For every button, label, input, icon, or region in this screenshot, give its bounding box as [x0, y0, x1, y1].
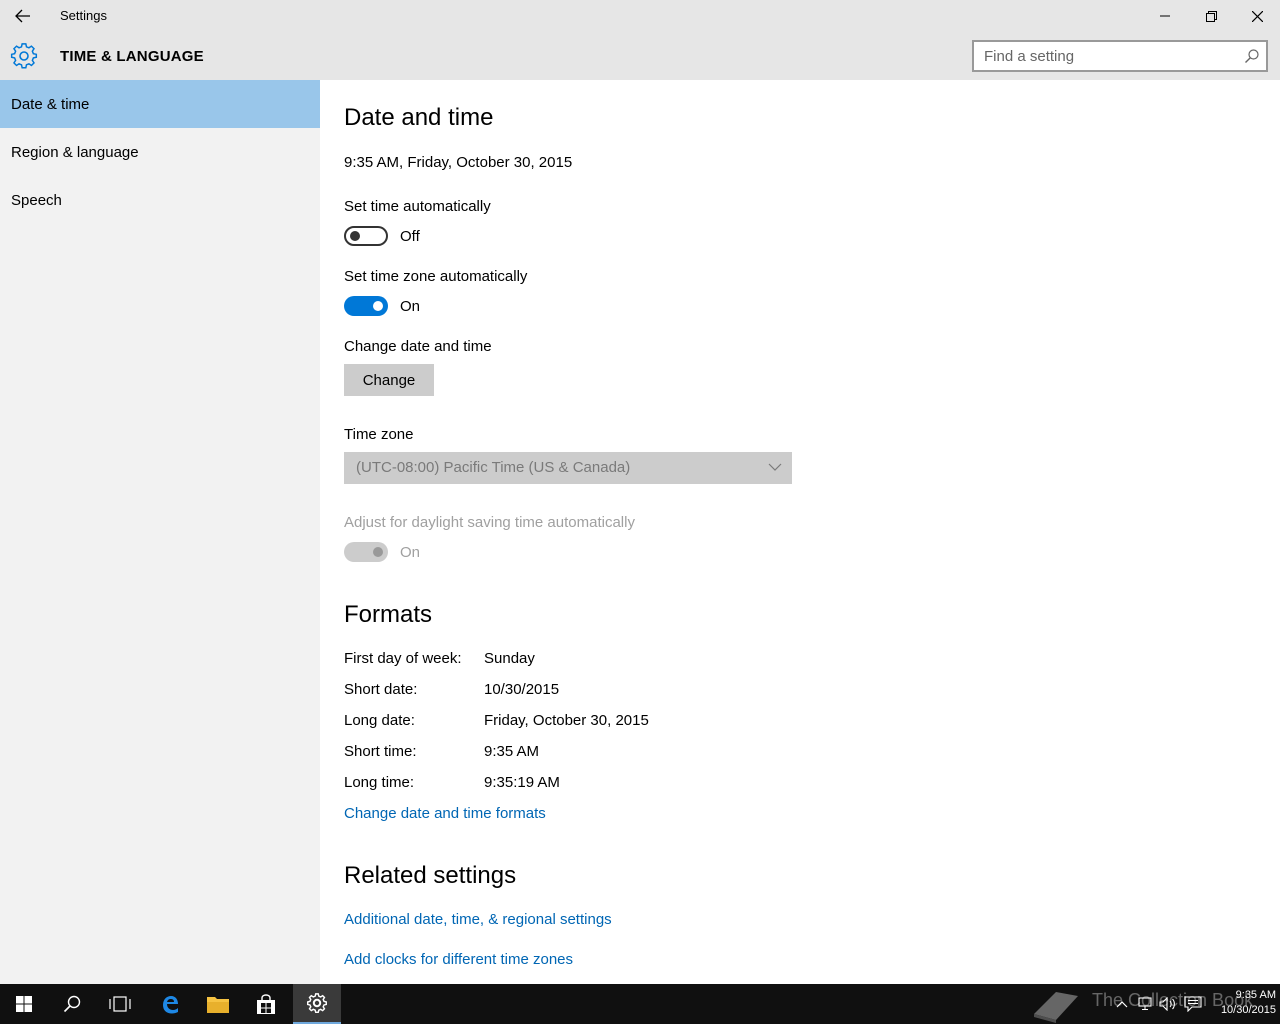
change-formats-link[interactable]: Change date and time formats	[344, 805, 546, 822]
chevron-down-icon	[768, 463, 782, 471]
search-input[interactable]	[974, 42, 1234, 70]
search-box[interactable]	[972, 40, 1268, 72]
edge-button[interactable]	[146, 984, 194, 1024]
notification-icon	[1184, 996, 1202, 1012]
format-label: Long date:	[344, 712, 415, 729]
sidebar: Date & time Region & language Speech	[0, 80, 320, 984]
set-time-auto-toggle[interactable]	[344, 226, 388, 246]
toggle-knob	[373, 547, 383, 557]
show-hidden-icons-button[interactable]	[1112, 994, 1132, 1014]
minimize-icon	[1160, 15, 1170, 17]
search-taskbar-button[interactable]	[48, 984, 96, 1024]
sidebar-item-region-language[interactable]: Region & language	[0, 128, 320, 176]
format-value: Sunday	[484, 650, 535, 667]
close-icon	[1251, 10, 1263, 22]
toggle-knob	[373, 301, 383, 311]
dst-label: Adjust for daylight saving time automati…	[344, 514, 635, 531]
add-clocks-link[interactable]: Add clocks for different time zones	[344, 951, 573, 968]
gear-icon	[10, 43, 38, 69]
current-datetime: 9:35 AM, Friday, October 30, 2015	[344, 154, 573, 171]
sidebar-item-speech[interactable]: Speech	[0, 176, 320, 224]
change-button[interactable]: Change	[344, 364, 434, 396]
window-title: Settings	[60, 8, 107, 23]
set-tz-auto-state: On	[400, 298, 421, 315]
clock-time: 9:35 AM	[1235, 989, 1276, 1001]
action-center-button[interactable]	[1183, 994, 1203, 1014]
format-label: Short date:	[344, 681, 418, 698]
format-label: Long time:	[344, 774, 415, 791]
taskbar-clock[interactable]: 9:35 AM 10/30/2015	[1206, 988, 1276, 1018]
back-button[interactable]	[0, 0, 46, 32]
sidebar-item-date-time[interactable]: Date & time	[0, 80, 320, 128]
sidebar-item-label: Date & time	[11, 95, 90, 113]
store-bag-icon	[257, 994, 275, 1014]
time-zone-dropdown[interactable]: (UTC-08:00) Pacific Time (US & Canada)	[344, 452, 792, 484]
related-settings-heading: Related settings	[344, 862, 517, 889]
format-value: 9:35:19 AM	[484, 774, 560, 791]
windows-logo-icon	[16, 996, 32, 1012]
speaker-icon	[1159, 997, 1175, 1011]
store-button[interactable]	[242, 984, 290, 1024]
set-tz-auto-toggle[interactable]	[344, 296, 388, 316]
edge-browser-icon	[163, 996, 178, 1014]
dst-state: On	[400, 544, 421, 561]
additional-regional-settings-link[interactable]: Additional date, time, & regional settin…	[344, 911, 612, 928]
format-label: First day of week:	[344, 650, 462, 667]
section-title: TIME & LANGUAGE	[60, 48, 204, 65]
format-label: Short time:	[344, 743, 417, 760]
task-view-button[interactable]	[96, 984, 144, 1024]
network-tray-button[interactable]	[1134, 994, 1154, 1014]
settings-header: TIME & LANGUAGE	[0, 32, 1280, 80]
sidebar-item-label: Region & language	[11, 143, 139, 161]
search-icon[interactable]	[1244, 48, 1260, 64]
title-bar: Settings	[0, 0, 1280, 32]
main-content: Date and time 9:35 AM, Friday, October 3…	[320, 80, 1280, 984]
set-tz-auto-label: Set time zone automatically	[344, 268, 528, 285]
sidebar-item-label: Speech	[11, 191, 62, 209]
format-value: 9:35 AM	[484, 743, 540, 760]
set-time-auto-label: Set time automatically	[344, 198, 491, 215]
clock-date: 10/30/2015	[1220, 1004, 1276, 1016]
start-button[interactable]	[0, 984, 48, 1024]
time-zone-label: Time zone	[344, 426, 414, 443]
task-view-icon	[109, 996, 131, 1012]
set-time-auto-state: Off	[400, 228, 420, 245]
minimize-button[interactable]	[1142, 0, 1188, 32]
gear-icon	[306, 993, 327, 1014]
page-heading: Date and time	[344, 104, 494, 131]
taskbar: The Collection Book 9:35 AM 10/30/2015	[0, 984, 1280, 1024]
restore-icon	[1205, 10, 1217, 22]
chevron-up-icon	[1116, 1001, 1128, 1008]
restore-button[interactable]	[1188, 0, 1234, 32]
book-logo-icon	[1034, 992, 1078, 1023]
search-icon	[63, 995, 81, 1013]
file-explorer-button[interactable]	[194, 984, 242, 1024]
close-button[interactable]	[1234, 0, 1280, 32]
formats-heading: Formats	[344, 601, 433, 628]
format-value: Friday, October 30, 2015	[484, 712, 649, 729]
toggle-knob	[350, 231, 360, 241]
network-icon	[1138, 997, 1152, 1010]
dst-toggle[interactable]	[344, 542, 388, 562]
back-arrow-icon	[15, 9, 30, 23]
format-value: 10/30/2015	[484, 681, 560, 698]
settings-taskbar-button[interactable]	[293, 984, 341, 1024]
time-zone-value: (UTC-08:00) Pacific Time (US & Canada)	[356, 459, 631, 476]
volume-tray-button[interactable]	[1158, 994, 1178, 1014]
change-datetime-label: Change date and time	[344, 338, 492, 355]
folder-icon	[207, 997, 229, 1013]
